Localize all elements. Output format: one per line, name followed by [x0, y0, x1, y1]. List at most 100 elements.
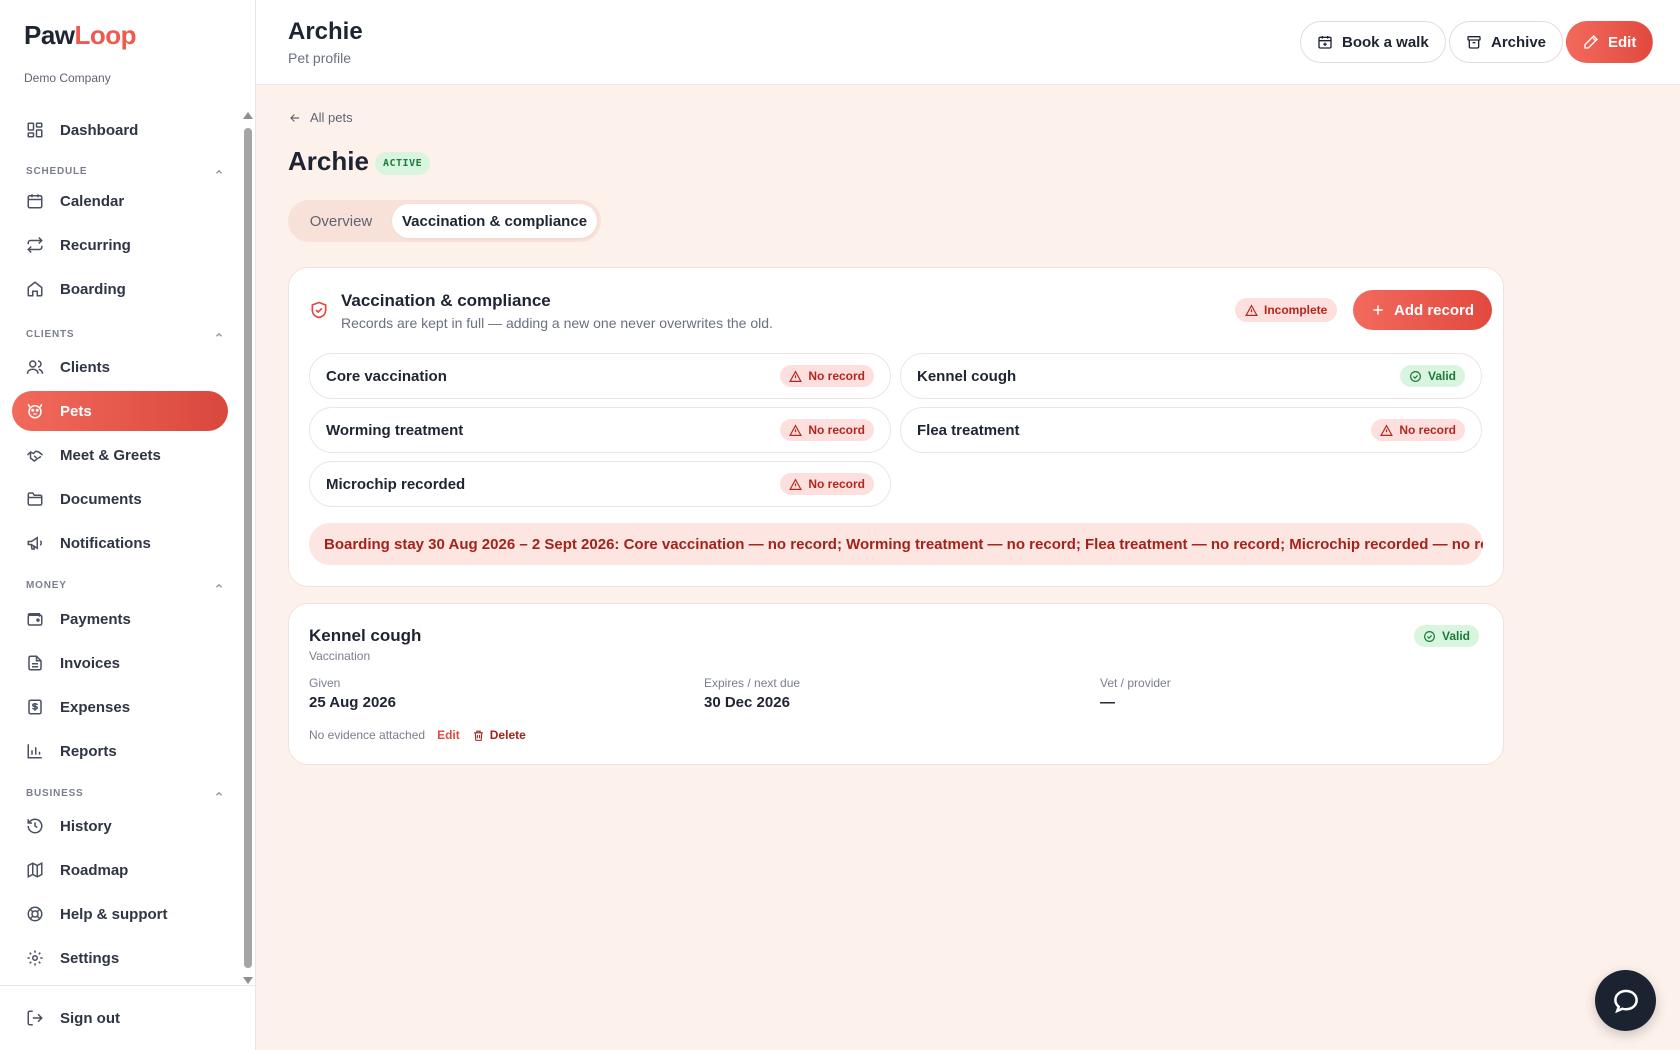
chat-launcher-button[interactable]: [1595, 970, 1656, 1031]
record-type: Vaccination: [309, 649, 371, 663]
sidebar-item-notifications[interactable]: Notifications: [12, 523, 228, 563]
app-logo[interactable]: Paw Loop: [24, 20, 137, 50]
tab-overview[interactable]: Overview: [292, 204, 390, 238]
sidebar-item-dashboard[interactable]: Dashboard: [12, 110, 228, 150]
scroll-down-arrow-icon[interactable]: [243, 977, 253, 984]
requirement-flea-treatment[interactable]: Flea treatment No record: [900, 407, 1482, 453]
sidebar-item-pets[interactable]: Pets: [12, 391, 228, 431]
requirement-core-vaccination[interactable]: Core vaccination No record: [309, 353, 891, 399]
dollar-icon: [26, 698, 44, 716]
sidebar-item-settings[interactable]: Settings: [12, 938, 228, 978]
sidebar-item-label: Settings: [60, 949, 120, 967]
sidebar-item-label: Recurring: [60, 236, 131, 254]
sidebar-item-recurring[interactable]: Recurring: [12, 225, 228, 265]
sidebar-item-help[interactable]: Help & support: [12, 894, 228, 934]
sidebar-item-label: Notifications: [60, 534, 151, 552]
check-circle-icon: [1423, 630, 1436, 643]
sidebar-item-history[interactable]: History: [12, 806, 228, 846]
scroll-thumb[interactable]: [244, 128, 252, 968]
warning-icon: [1245, 303, 1258, 317]
section-money[interactable]: MONEY: [26, 580, 224, 591]
sidebar-item-label: Calendar: [60, 192, 125, 210]
gear-icon: [26, 949, 44, 967]
archive-label: Archive: [1491, 33, 1547, 51]
book-walk-label: Book a walk: [1342, 33, 1429, 51]
chevron-up-icon: [214, 581, 224, 591]
sidebar-item-meet-greets[interactable]: Meet & Greets: [12, 435, 228, 475]
page-title: Archie: [288, 18, 363, 45]
lifebuoy-icon: [26, 905, 44, 923]
grid-icon: [26, 121, 44, 139]
trash-icon: [472, 729, 485, 742]
field-value: 30 Dec 2026: [704, 694, 790, 711]
map-icon: [26, 861, 44, 879]
sidebar-item-label: Clients: [60, 358, 111, 376]
sidebar-item-invoices[interactable]: Invoices: [12, 643, 228, 683]
section-label: BUSINESS: [26, 788, 84, 799]
field-given: Given 25 Aug 2026: [309, 676, 396, 711]
record-delete-button[interactable]: Delete: [472, 728, 526, 742]
requirement-status-label: No record: [808, 477, 865, 491]
sidebar-item-label: Roadmap: [60, 861, 129, 879]
section-business[interactable]: BUSINESS: [26, 788, 224, 799]
plus-icon: [1371, 303, 1385, 317]
add-record-button[interactable]: Add record: [1353, 290, 1493, 330]
warning-icon: [789, 423, 803, 437]
users-icon: [26, 358, 44, 376]
section-schedule[interactable]: SCHEDULE: [26, 166, 224, 177]
compliance-card: Vaccination & compliance Records are kep…: [288, 267, 1504, 587]
sidebar-item-payments[interactable]: Payments: [12, 599, 228, 639]
pet-name-heading: Archie: [288, 146, 369, 176]
calendar-icon: [26, 192, 44, 210]
field-label: Given: [309, 676, 341, 690]
sidebar-item-reports[interactable]: Reports: [12, 731, 228, 771]
sidebar-item-clients[interactable]: Clients: [12, 347, 228, 387]
scroll-up-arrow-icon[interactable]: [243, 112, 253, 119]
field-label: Expires / next due: [704, 676, 801, 690]
field-label: Vet / provider: [1100, 676, 1171, 690]
sidebar-item-boarding[interactable]: Boarding: [12, 269, 228, 309]
history-icon: [26, 817, 44, 835]
folder-icon: [26, 490, 44, 508]
edit-button[interactable]: Edit: [1566, 21, 1654, 63]
requirement-microchip[interactable]: Microchip recorded No record: [309, 461, 891, 507]
record-title: Kennel cough: [309, 626, 422, 645]
chat-bubble-icon: [1611, 986, 1641, 1016]
sidebar-item-label: Dashboard: [60, 121, 139, 139]
bar-chart-icon: [26, 742, 44, 760]
sidebar-item-expenses[interactable]: Expenses: [12, 687, 228, 727]
record-footer: No evidence attached Edit Delete: [309, 728, 526, 742]
logo-text-loop: Loop: [74, 20, 137, 50]
sign-out-label: Sign out: [60, 1009, 120, 1027]
record-edit-link[interactable]: Edit: [437, 728, 460, 742]
requirement-worming-treatment[interactable]: Worming treatment No record: [309, 407, 891, 453]
field-value: —: [1100, 694, 1115, 711]
megaphone-icon: [26, 534, 44, 552]
edit-label: Edit: [1608, 33, 1637, 51]
field-expires: Expires / next due 30 Dec 2026: [704, 676, 800, 711]
sidebar-item-calendar[interactable]: Calendar: [12, 181, 228, 221]
requirement-status-label: No record: [808, 369, 865, 383]
sidebar-scrollbar[interactable]: [243, 112, 253, 984]
archive-button[interactable]: Archive: [1449, 21, 1564, 63]
tab-vaccination-compliance[interactable]: Vaccination & compliance: [392, 204, 597, 238]
record-status-badge: Valid: [1414, 625, 1480, 647]
sign-out-button[interactable]: Sign out: [12, 998, 228, 1038]
compliance-title: Vaccination & compliance: [341, 291, 551, 310]
requirement-status-label: Valid: [1427, 369, 1456, 383]
back-link[interactable]: All pets: [288, 110, 353, 125]
sidebar-item-documents[interactable]: Documents: [12, 479, 228, 519]
add-record-label: Add record: [1394, 301, 1475, 319]
chevron-up-icon: [214, 789, 224, 799]
requirement-status-badge: No record: [1371, 419, 1465, 441]
sidebar-item-label: Expenses: [60, 698, 131, 716]
warning-icon: [1380, 423, 1394, 437]
record-delete-label: Delete: [489, 728, 526, 742]
requirement-kennel-cough[interactable]: Kennel cough Valid: [900, 353, 1482, 399]
sidebar-item-roadmap[interactable]: Roadmap: [12, 850, 228, 890]
warning-icon: [789, 477, 803, 491]
sidebar-item-label: Meet & Greets: [60, 446, 161, 464]
section-clients[interactable]: CLIENTS: [26, 329, 224, 340]
book-walk-button[interactable]: Book a walk: [1300, 21, 1446, 63]
status-badge: ACTIVE: [375, 152, 431, 175]
